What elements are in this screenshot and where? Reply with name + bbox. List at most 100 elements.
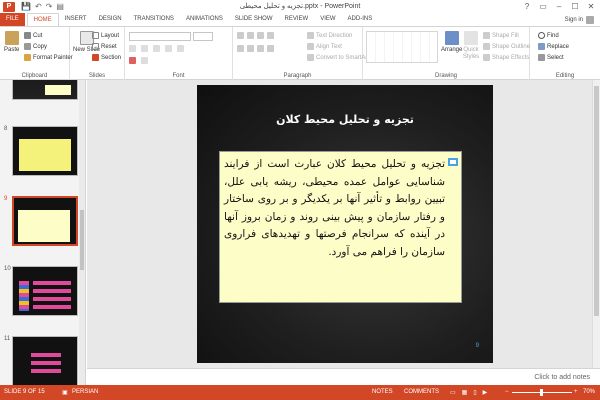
reading-view-icon[interactable]: ▯ — [473, 389, 476, 396]
ribbon-display-icon[interactable]: ▭ — [536, 0, 550, 12]
slide-thumbnail-panel[interactable]: 8 9 10 11 — [0, 80, 86, 385]
copy-button[interactable]: Copy — [24, 43, 47, 50]
reset-button[interactable]: Reset — [92, 43, 117, 50]
align-buttons[interactable] — [237, 45, 274, 52]
text-direction-button[interactable]: Text Direction — [307, 32, 352, 39]
shape-outline-button[interactable]: Shape Outline — [483, 43, 530, 50]
arrange-button[interactable]: Arrange — [441, 31, 462, 53]
notes-button[interactable]: NOTES — [372, 389, 393, 395]
align-center-icon[interactable] — [247, 45, 254, 52]
align-left-icon[interactable] — [237, 45, 244, 52]
decrease-indent-icon[interactable] — [257, 32, 264, 39]
tab-view[interactable]: VIEW — [314, 13, 341, 26]
font-color-buttons[interactable] — [129, 57, 148, 64]
maximize-button[interactable]: ☐ — [568, 0, 582, 12]
avatar — [586, 16, 594, 24]
close-button[interactable]: ✕ — [584, 0, 598, 12]
spellcheck-icon[interactable]: ▣ — [62, 389, 68, 396]
current-slide[interactable]: تجزیه و تحلیل محیط کلان تجزیه و تحلیل مح… — [197, 85, 493, 363]
zoom-slider-handle[interactable] — [540, 389, 543, 396]
slide-sorter-icon[interactable]: ▦ — [462, 389, 468, 396]
underline-icon[interactable] — [153, 45, 160, 52]
numbering-icon[interactable] — [247, 32, 254, 39]
ribbon: Paste Cut Copy Format Painter Clipboard … — [0, 26, 600, 80]
quick-styles-button[interactable]: Quick Styles — [461, 31, 481, 61]
find-button[interactable]: Find — [538, 32, 559, 39]
sign-in-label: Sign in — [564, 17, 583, 23]
tab-design[interactable]: DESIGN — [93, 13, 128, 26]
text-direction-label: Text Direction — [316, 32, 353, 39]
help-icon[interactable]: ? — [520, 0, 534, 12]
justify-icon[interactable] — [267, 45, 274, 52]
clipboard-group: Paste Cut Copy Format Painter Clipboard — [0, 27, 73, 80]
shape-effects-button[interactable]: Shape Effects — [483, 54, 529, 61]
bold-icon[interactable] — [129, 45, 136, 52]
normal-view-icon[interactable]: ▭ — [450, 389, 456, 396]
replace-button[interactable]: Replace — [538, 43, 569, 50]
tab-insert[interactable]: INSERT — [59, 13, 93, 26]
thumbnail-scroll-thumb[interactable] — [80, 210, 84, 270]
slide-thumbnail-7[interactable] — [12, 80, 78, 100]
thumbnail-scrollbar[interactable] — [79, 80, 85, 385]
zoom-in-button[interactable]: + — [574, 389, 578, 395]
minimize-button[interactable]: – — [552, 0, 566, 12]
tab-file[interactable]: FILE — [0, 13, 25, 26]
slide-body-text[interactable]: تجزیه و تحلیل محیط کلان عبارت است از فرا… — [224, 156, 445, 261]
cut-button[interactable]: Cut — [24, 32, 42, 39]
slide-number-10: 10 — [4, 266, 11, 272]
font-color-icon[interactable] — [129, 57, 136, 64]
tab-animations[interactable]: ANIMATIONS — [180, 13, 229, 26]
tab-slide-show[interactable]: SLIDE SHOW — [229, 13, 279, 26]
zoom-level[interactable]: 70% — [583, 389, 595, 395]
format-painter-label: Format Painter — [33, 54, 73, 61]
slide-thumbnail-11[interactable] — [12, 336, 78, 385]
select-button[interactable]: Select — [538, 54, 564, 61]
tab-review[interactable]: REVIEW — [279, 13, 315, 26]
editor-scroll-thumb[interactable] — [594, 86, 599, 316]
tab-transitions[interactable]: TRANSITIONS — [128, 13, 180, 26]
align-right-icon[interactable] — [257, 45, 264, 52]
change-case-icon[interactable] — [141, 57, 148, 64]
copy-label: Copy — [33, 43, 48, 50]
language-indicator[interactable]: PERSIAN — [72, 389, 98, 395]
slide-counter: SLIDE 9 OF 15 — [4, 389, 45, 395]
increase-indent-icon[interactable] — [267, 32, 274, 39]
format-painter-button[interactable]: Format Painter — [24, 54, 73, 61]
slide-thumbnail-10[interactable] — [12, 266, 78, 316]
tab-home[interactable]: HOME — [26, 13, 59, 26]
zoom-out-button[interactable]: − — [505, 389, 509, 395]
clipboard-group-label: Clipboard — [21, 73, 48, 79]
font-group-label: Font — [172, 73, 185, 79]
slide-thumbnail-9[interactable] — [12, 196, 78, 246]
effects-icon — [483, 54, 490, 61]
shadow-icon[interactable] — [165, 45, 172, 52]
shape-fill-button[interactable]: Shape Fill — [483, 32, 519, 39]
font-name-box[interactable] — [129, 32, 191, 41]
list-buttons[interactable] — [237, 32, 274, 39]
tab-add-ins[interactable]: ADD-INS — [342, 13, 379, 26]
notes-pane[interactable]: Click to add notes — [87, 368, 600, 385]
italic-icon[interactable] — [141, 45, 148, 52]
paste-button[interactable]: Paste — [4, 31, 19, 53]
convert-smartart-button[interactable]: Convert to SmartArt — [307, 54, 369, 61]
editor-scrollbar[interactable] — [592, 80, 600, 368]
section-button[interactable]: Section — [92, 54, 121, 61]
slideshow-icon[interactable]: ▶ — [483, 389, 488, 396]
notes-placeholder[interactable]: Click to add notes — [534, 374, 590, 381]
sign-in-link[interactable]: Sign in — [565, 16, 594, 24]
comments-button[interactable]: COMMENTS — [404, 389, 439, 395]
align-text-button[interactable]: Align Text — [307, 43, 342, 50]
convert-smartart-label: Convert to SmartArt — [316, 54, 370, 61]
font-size-box[interactable] — [193, 32, 213, 41]
shapes-gallery[interactable] — [366, 31, 438, 63]
strikethrough-icon[interactable] — [177, 45, 184, 52]
bullets-icon[interactable] — [237, 32, 244, 39]
editing-group: Find Replace Select Editing — [530, 27, 600, 80]
slide-title[interactable]: تجزیه و تحلیل محیط کلان — [197, 113, 493, 126]
font-format-buttons[interactable] — [129, 45, 184, 52]
copy-icon — [24, 43, 31, 50]
layout-button[interactable]: Layout — [92, 32, 119, 39]
view-buttons: ▭ ▦ ▯ ▶ — [450, 389, 487, 396]
slide-body-textbox[interactable]: تجزیه و تحلیل محیط کلان عبارت است از فرا… — [219, 151, 462, 303]
slide-thumbnail-8[interactable] — [12, 126, 78, 176]
